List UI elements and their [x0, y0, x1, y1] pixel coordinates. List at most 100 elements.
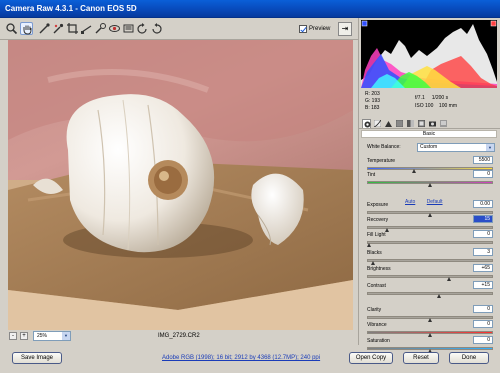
workflow-options-link[interactable]: Adobe RGB (1998); 16 bit; 2912 by 4368 (… [162, 355, 320, 361]
exposure-input[interactable]: 0.00 [473, 200, 493, 208]
open-copy-button[interactable]: Open Copy [349, 352, 393, 364]
preview-label: Preview [309, 26, 331, 32]
temperature-label: Temperature [367, 158, 396, 164]
preferences-icon[interactable] [122, 22, 135, 35]
rotate-ccw-icon[interactable] [136, 22, 149, 35]
fill-light-input[interactable]: 0 [473, 230, 493, 238]
vibrance-label: Vibrance [367, 322, 387, 328]
window-title: Camera Raw 4.3.1 - Canon EOS 5D [5, 4, 137, 13]
toolbar: Preview ⇥ [0, 18, 358, 40]
red-eye-icon[interactable] [108, 22, 121, 35]
tint-thumb[interactable] [427, 183, 432, 187]
straighten-icon[interactable] [80, 22, 93, 35]
b-label: B: [365, 105, 370, 111]
fill-light-thumb[interactable] [367, 243, 371, 247]
brightness-input[interactable]: +65 [473, 264, 493, 272]
contrast-thumb[interactable] [437, 294, 442, 298]
save-image-button[interactable]: Save Image [12, 352, 62, 364]
zoom-icon[interactable] [5, 22, 18, 35]
crop-icon[interactable] [66, 22, 79, 35]
zoom-in-button[interactable]: + [20, 332, 28, 340]
b-value: 183 [371, 105, 380, 111]
r-value: 203 [371, 91, 380, 97]
zoom-value: 25% [37, 333, 48, 339]
zoom-select[interactable]: 25% ▼ [33, 331, 71, 341]
tab-presets[interactable] [439, 119, 448, 128]
bottom-bar: Save Image Adobe RGB (1998); 16 bit; 291… [0, 345, 500, 373]
blacks-track[interactable] [367, 259, 493, 262]
section-title: Basic [361, 130, 497, 138]
tab-hsl[interactable] [395, 119, 404, 128]
saturation-label: Saturation [367, 338, 390, 344]
brightness-track[interactable] [367, 275, 493, 278]
split-toning-icon [407, 120, 414, 127]
tab-camera-calibration[interactable] [428, 119, 437, 128]
chevron-down-icon: ▼ [486, 144, 494, 151]
focal-length: 100 mm [438, 103, 457, 109]
exposure-label: Exposure [367, 202, 389, 208]
contrast-input[interactable]: +15 [473, 281, 493, 289]
curve-icon [373, 119, 382, 128]
garlic-photo [8, 40, 353, 330]
detail-icon [385, 121, 392, 127]
tab-lens[interactable] [417, 119, 426, 128]
chevron-down-icon: ▼ [62, 332, 70, 340]
recovery-label: Recovery [367, 217, 389, 223]
spot-removal-icon[interactable] [94, 22, 107, 35]
aperture-icon [364, 121, 371, 128]
zoom-out-button[interactable]: - [9, 332, 17, 340]
tab-detail[interactable] [384, 119, 393, 128]
aperture: f/7.1 [415, 95, 425, 101]
slider-contrast: Contrast +15 [367, 281, 493, 299]
g-value: 193 [371, 98, 381, 104]
white-balance-icon[interactable] [38, 22, 51, 35]
fullscreen-button[interactable]: ⇥ [338, 22, 352, 36]
blacks-thumb[interactable] [370, 261, 375, 265]
clarity-label: Clarity [367, 307, 382, 313]
slider-brightness: Brightness +65 [367, 264, 493, 282]
pixel-readout: R: 203 G: 193 B: 183 f/7.1 1/200 s ISO 1… [363, 91, 497, 113]
status-bar: - + 25% ▼ IMG_2729.CR2 [8, 331, 353, 343]
image-preview[interactable] [8, 40, 353, 330]
vibrance-thumb[interactable] [427, 333, 432, 337]
temperature-input[interactable]: 5500 [473, 156, 493, 164]
fill-light-label: Fill Light [367, 232, 386, 238]
preview-toggle[interactable]: Preview [299, 24, 330, 34]
done-button[interactable]: Done [449, 352, 489, 364]
color-sampler-icon[interactable] [52, 22, 65, 35]
white-balance-value: Custom [420, 144, 438, 150]
white-balance-label: White Balance: [367, 144, 401, 150]
rotate-cw-icon[interactable] [150, 22, 163, 35]
contrast-track[interactable] [367, 292, 493, 295]
panel-tabs [359, 118, 500, 129]
g-label: G: [365, 98, 371, 104]
preview-checkbox[interactable] [299, 25, 307, 33]
file-name: IMG_2729.CR2 [158, 333, 200, 339]
hand-icon[interactable] [20, 22, 33, 35]
iso: ISO 100 [415, 103, 434, 109]
blacks-input[interactable]: 3 [473, 248, 493, 256]
camera-icon [429, 121, 436, 127]
reset-button[interactable]: Reset [403, 352, 439, 364]
histogram [361, 20, 497, 88]
title-bar: Camera Raw 4.3.1 - Canon EOS 5D [0, 0, 500, 18]
brightness-label: Brightness [367, 266, 391, 272]
clarity-input[interactable]: 0 [473, 305, 493, 313]
r-label: R: [365, 91, 370, 97]
contrast-label: Contrast [367, 283, 386, 289]
tab-tone-curve[interactable] [373, 119, 382, 128]
slider-fill-light: Fill Light 0 [367, 230, 493, 248]
tab-basic[interactable] [362, 119, 371, 128]
fill-light-track[interactable] [367, 241, 493, 244]
shutter: 1/200 s [431, 95, 449, 101]
tint-input[interactable]: 0 [473, 170, 493, 178]
recovery-input[interactable]: 15 [473, 215, 493, 223]
vibrance-input[interactable]: 0 [473, 320, 493, 328]
saturation-input[interactable]: 0 [473, 336, 493, 344]
presets-icon [440, 120, 447, 127]
lens-icon [417, 119, 426, 128]
brightness-thumb[interactable] [446, 277, 451, 281]
hsl-icon [395, 119, 404, 128]
tab-split-toning[interactable] [406, 119, 415, 128]
white-balance-select[interactable]: Custom ▼ [417, 143, 495, 152]
